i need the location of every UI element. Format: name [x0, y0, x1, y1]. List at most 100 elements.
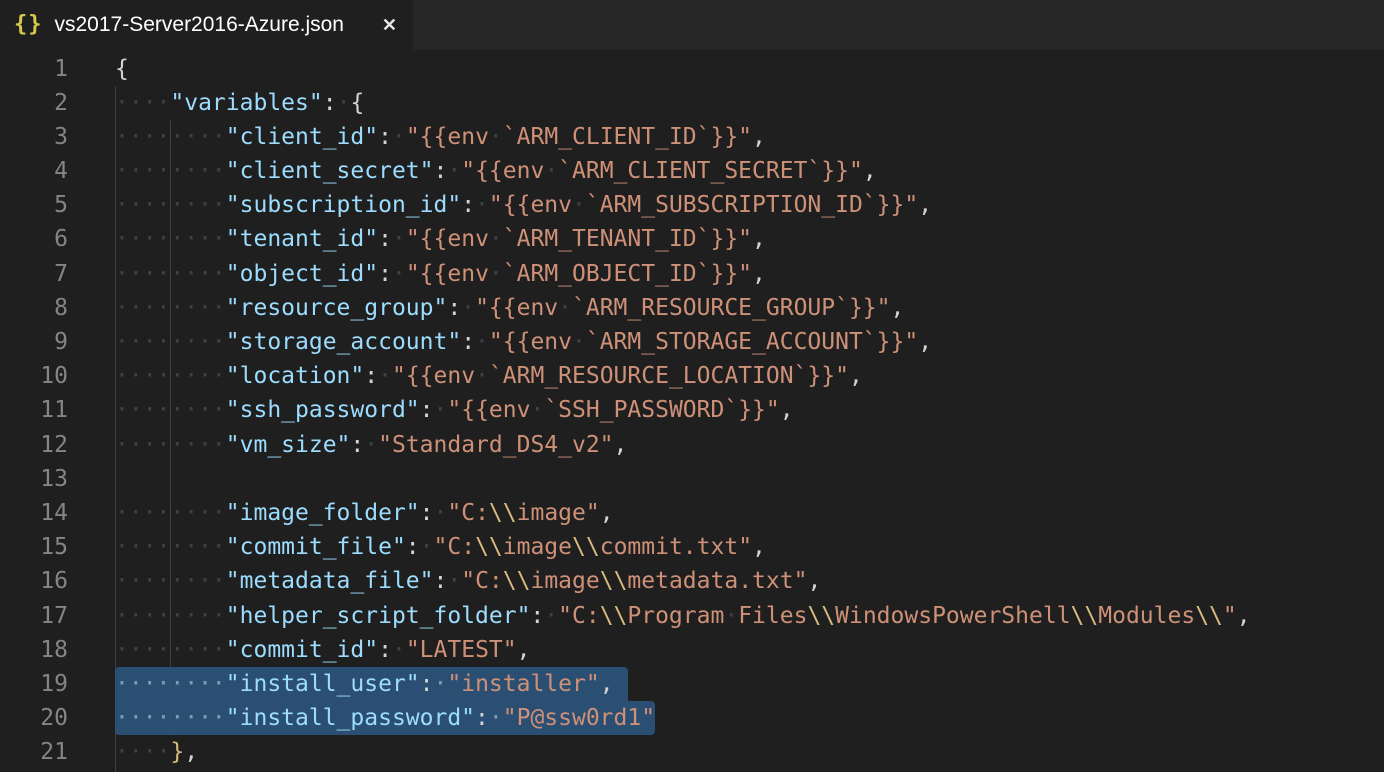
- whitespace-dots: ·: [447, 158, 461, 184]
- whitespace-dots: ········: [115, 671, 226, 697]
- code-token: "C:: [461, 568, 503, 594]
- whitespace-dots: ·: [572, 329, 586, 355]
- code-line-content: ········"metadata_file":·"C:\\image\\met…: [115, 564, 821, 598]
- code-token: `SSH_PASSWORD`}}": [544, 397, 779, 423]
- code-token: :: [378, 226, 392, 252]
- whitespace-dots: ·: [489, 261, 503, 287]
- code-line[interactable]: 17········"helper_script_folder":·"C:\\P…: [0, 599, 1384, 633]
- code-line-content: ········"install_password":·"P@ssw0rd1": [115, 701, 655, 735]
- close-icon[interactable]: ✕: [382, 16, 397, 34]
- code-line[interactable]: 4········"client_secret":·"{{env·`ARM_CL…: [0, 154, 1384, 188]
- code-token: ,: [752, 261, 766, 287]
- code-line[interactable]: 12········"vm_size":·"Standard_DS4_v2",: [0, 428, 1384, 462]
- code-line[interactable]: 18········"commit_id":·"LATEST",: [0, 633, 1384, 667]
- whitespace-dots: ········: [115, 261, 226, 287]
- code-token: `ARM_CLIENT_ID`}}": [503, 124, 752, 150]
- code-line[interactable]: 1{: [0, 52, 1384, 86]
- code-token: :: [364, 363, 378, 389]
- code-token: "storage_account": [226, 329, 461, 355]
- whitespace-dots: ········: [115, 534, 226, 560]
- code-token: ,: [752, 124, 766, 150]
- code-line[interactable]: 20········"install_password":·"P@ssw0rd1…: [0, 701, 1384, 735]
- whitespace-dots: ····: [115, 90, 170, 116]
- code-line[interactable]: 6········"tenant_id":·"{{env·`ARM_TENANT…: [0, 222, 1384, 256]
- code-line[interactable]: 13: [0, 462, 1384, 496]
- whitespace-dots: ········: [115, 705, 226, 731]
- whitespace-dots: ·: [724, 603, 738, 629]
- code-token: `ARM_RESOURCE_GROUP`}}": [572, 295, 891, 321]
- code-token: :: [420, 397, 434, 423]
- code-line[interactable]: 16 ········"metadata_file":·"C:\\image\\m…: [0, 564, 1384, 598]
- code-token: "C:: [434, 534, 476, 560]
- code-token: ,: [1237, 603, 1251, 629]
- code-token: "{{env: [489, 329, 572, 355]
- code-token: "LATEST": [406, 637, 517, 663]
- code-token: \\: [489, 500, 517, 526]
- line-number: 16: [0, 564, 68, 598]
- code-token: `ARM_OBJECT_ID`}}": [503, 261, 752, 287]
- code-line[interactable]: 11········"ssh_password":·"{{env·`SSH_PA…: [0, 393, 1384, 427]
- code-token: "{{env: [475, 295, 558, 321]
- whitespace-dots: ····: [115, 739, 170, 765]
- code-token: "ssh_password": [226, 397, 420, 423]
- line-number: 6: [0, 222, 68, 256]
- code-token: \\: [503, 568, 531, 594]
- code-editor[interactable]: 1{2····"variables":·{3········"client_id…: [0, 50, 1384, 772]
- line-number: 1: [0, 52, 68, 86]
- tab-bar: {} vs2017-Server2016-Azure.json ✕: [0, 0, 1384, 50]
- code-line-content: ····},: [115, 735, 198, 769]
- code-line[interactable]: 19········"install_user":·"installer",: [0, 667, 1384, 701]
- code-token: "C:: [447, 500, 489, 526]
- code-line[interactable]: 21····},: [0, 735, 1384, 769]
- whitespace-dots: ·: [337, 90, 351, 116]
- code-token: "install_user": [226, 671, 420, 697]
- whitespace-dots: ·: [475, 329, 489, 355]
- code-line-content: ········"vm_size":·"Standard_DS4_v2",: [115, 428, 627, 462]
- whitespace-dots: ·: [392, 226, 406, 252]
- code-token: "P@ssw0rd1": [503, 705, 655, 731]
- code-token: :: [406, 534, 420, 560]
- code-token: "commit_id": [226, 637, 378, 663]
- code-token: ,: [780, 397, 794, 423]
- code-line[interactable]: 8········"resource_group":·"{{env·`ARM_R…: [0, 291, 1384, 325]
- code-line[interactable]: 10········"location":·"{{env·`ARM_RESOUR…: [0, 359, 1384, 393]
- tab-vs2017-server2016-azure-json[interactable]: {} vs2017-Server2016-Azure.json ✕: [0, 0, 413, 50]
- code-line[interactable]: 3········"client_id":·"{{env·`ARM_CLIENT…: [0, 120, 1384, 154]
- whitespace-dots: ·: [392, 124, 406, 150]
- code-token: {: [350, 90, 364, 116]
- code-token: image: [503, 534, 572, 560]
- code-token: metadata.txt": [627, 568, 807, 594]
- whitespace-dots: ·: [489, 226, 503, 252]
- code-line[interactable]: 2····"variables":·{: [0, 86, 1384, 120]
- code-token: image: [530, 568, 599, 594]
- code-token: "variables": [170, 90, 322, 116]
- tab-filename: vs2017-Server2016-Azure.json: [55, 13, 345, 37]
- code-line-content: ········"helper_script_folder":·"C:\\Pro…: [115, 599, 1251, 633]
- code-token: "subscription_id": [226, 192, 461, 218]
- whitespace-dots: ········: [115, 329, 226, 355]
- whitespace-dots: ········: [115, 158, 226, 184]
- line-number: 13: [0, 462, 68, 496]
- code-line[interactable]: 7········"object_id":·"{{env·`ARM_OBJECT…: [0, 257, 1384, 291]
- line-number: 14: [0, 496, 68, 530]
- whitespace-dots: ········: [115, 637, 226, 663]
- code-token: "{{env: [461, 158, 544, 184]
- code-token: "client_secret": [226, 158, 434, 184]
- whitespace-dots: ········: [115, 363, 226, 389]
- code-token: image": [517, 500, 600, 526]
- code-token: "location": [226, 363, 364, 389]
- code-line[interactable]: 5········"subscription_id":·"{{env·`ARM_…: [0, 188, 1384, 222]
- code-token: ,: [891, 295, 905, 321]
- whitespace-dots: ·: [544, 158, 558, 184]
- code-line[interactable]: 9········"storage_account":·"{{env·`ARM_…: [0, 325, 1384, 359]
- code-token: ,: [600, 500, 614, 526]
- code-line[interactable]: 15········"commit_file":·"C:\\image\\com…: [0, 530, 1384, 564]
- line-number: 5: [0, 188, 68, 222]
- whitespace-dots: ········: [115, 226, 226, 252]
- code-token: "{{env: [447, 397, 530, 423]
- code-token: "{{env: [406, 261, 489, 287]
- code-token: `ARM_SUBSCRIPTION_ID`}}": [586, 192, 918, 218]
- code-line-content: {: [115, 52, 129, 86]
- code-line[interactable]: 14········"image_folder":·"C:\\image",: [0, 496, 1384, 530]
- code-token: "helper_script_folder": [226, 603, 531, 629]
